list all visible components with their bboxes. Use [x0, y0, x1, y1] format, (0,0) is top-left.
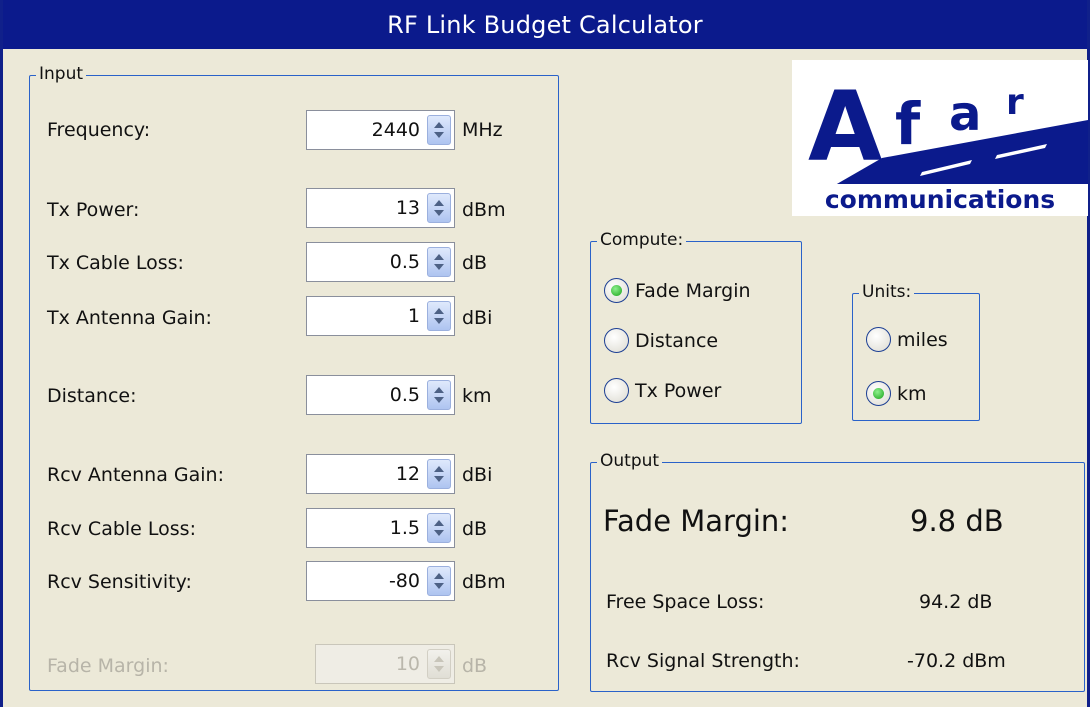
rcv-sensitivity-unit: dBm [462, 571, 506, 593]
compute-option-label[interactable]: Distance [635, 330, 718, 352]
input-group-legend: Input [36, 64, 87, 84]
rcv-antenna-gain-label: Rcv Antenna Gain: [47, 464, 224, 486]
rcv-sensitivity-label: Rcv Sensitivity: [47, 571, 192, 593]
distance-spinbox[interactable]: 0.5 [306, 375, 455, 415]
compute-option-label[interactable]: Tx Power [635, 380, 721, 402]
rcv-cable-loss-unit: dB [462, 518, 488, 540]
compute-option-tx-power[interactable]: Tx Power [604, 378, 721, 403]
window-title: RF Link Budget Calculator [387, 10, 703, 39]
frequency-label: Frequency: [47, 119, 151, 141]
tx-antenna-gain-value[interactable]: 1 [408, 297, 420, 335]
output-fade-margin-label: Fade Margin: [603, 504, 790, 538]
logo-letter-a2: a [949, 86, 981, 142]
output-fade-margin-value: 9.8 dB [910, 504, 1004, 538]
fade-margin-input-value: 10 [395, 653, 420, 675]
free-space-loss-label: Free Space Loss: [606, 591, 765, 613]
radio-checked-icon[interactable] [866, 381, 891, 406]
distance-label: Distance: [47, 385, 137, 407]
tx-power-label: Tx Power: [47, 199, 140, 221]
tx-antenna-gain-spinbox[interactable]: 1 [306, 296, 455, 336]
compute-option-distance[interactable]: Distance [604, 328, 718, 353]
output-group-legend: Output [597, 451, 663, 471]
rcv-cable-loss-value[interactable]: 1.5 [390, 509, 420, 547]
fade-margin-input-unit: dB [462, 655, 488, 677]
tx-cable-loss-spin-arrows-icon[interactable] [427, 247, 451, 277]
fade-margin-spinbox: 10 [315, 644, 455, 684]
rcv-cable-loss-label: Rcv Cable Loss: [47, 518, 196, 540]
app-window: RF Link Budget Calculator Input Frequenc… [0, 0, 1090, 707]
radio-checked-icon[interactable] [604, 278, 629, 303]
radio-unchecked-icon[interactable] [604, 378, 629, 403]
units-option-label[interactable]: miles [897, 329, 948, 351]
rcv-antenna-gain-value[interactable]: 12 [396, 455, 420, 493]
afar-communications-logo: A f a r communications [792, 60, 1088, 216]
title-bar: RF Link Budget Calculator [3, 0, 1087, 49]
rcv-sensitivity-spin-arrows-icon[interactable] [427, 566, 451, 596]
tx-antenna-gain-label: Tx Antenna Gain: [47, 307, 212, 329]
units-option-miles[interactable]: miles [866, 327, 948, 352]
compute-option-label[interactable]: Fade Margin [635, 280, 751, 302]
rcv-antenna-gain-spinbox[interactable]: 12 [306, 454, 455, 494]
input-group: Input [29, 64, 559, 691]
tx-antenna-gain-unit: dBi [462, 307, 493, 329]
rcv-signal-strength-label: Rcv Signal Strength: [606, 650, 800, 672]
rcv-sensitivity-value[interactable]: -80 [389, 562, 420, 600]
tx-cable-loss-unit: dB [462, 252, 488, 274]
frequency-value[interactable]: 2440 [372, 111, 420, 149]
compute-option-fade-margin[interactable]: Fade Margin [604, 278, 751, 303]
tx-cable-loss-spinbox[interactable]: 0.5 [306, 242, 455, 282]
distance-unit: km [462, 385, 492, 407]
frequency-spinbox[interactable]: 2440 [306, 110, 455, 150]
tx-cable-loss-label: Tx Cable Loss: [47, 252, 184, 274]
compute-group-legend: Compute: [597, 230, 687, 250]
rcv-cable-loss-spinbox[interactable]: 1.5 [306, 508, 455, 548]
logo-letter-f: f [895, 90, 921, 158]
afar-logo-graphic: A f a r communications [792, 60, 1088, 216]
rcv-cable-loss-spin-arrows-icon[interactable] [427, 513, 451, 543]
radio-unchecked-icon[interactable] [866, 327, 891, 352]
rcv-signal-strength-value: -70.2 dBm [907, 650, 1006, 672]
tx-power-unit: dBm [462, 199, 506, 221]
tx-cable-loss-value[interactable]: 0.5 [390, 243, 420, 281]
rcv-antenna-gain-unit: dBi [462, 464, 493, 486]
tx-power-spin-arrows-icon[interactable] [427, 193, 451, 223]
units-option-label[interactable]: km [897, 383, 927, 405]
fade-margin-spin-arrows-icon [427, 649, 451, 679]
radio-unchecked-icon[interactable] [604, 328, 629, 353]
logo-communications-text: communications [825, 185, 1055, 214]
units-group-legend: Units: [859, 282, 915, 302]
tx-antenna-gain-spin-arrows-icon[interactable] [427, 301, 451, 331]
tx-power-value[interactable]: 13 [396, 189, 420, 227]
logo-letter-a: A [808, 71, 882, 183]
rcv-antenna-gain-spin-arrows-icon[interactable] [427, 459, 451, 489]
logo-letter-r: r [1006, 82, 1024, 123]
tx-power-spinbox[interactable]: 13 [306, 188, 455, 228]
distance-value[interactable]: 0.5 [390, 376, 420, 414]
frequency-spin-arrows-icon[interactable] [427, 115, 451, 145]
distance-spin-arrows-icon[interactable] [427, 380, 451, 410]
fade-margin-input-label: Fade Margin: [47, 655, 169, 677]
frequency-unit: MHz [462, 119, 503, 141]
units-option-km[interactable]: km [866, 381, 927, 406]
free-space-loss-value: 94.2 dB [919, 591, 993, 613]
rcv-sensitivity-spinbox[interactable]: -80 [306, 561, 455, 601]
